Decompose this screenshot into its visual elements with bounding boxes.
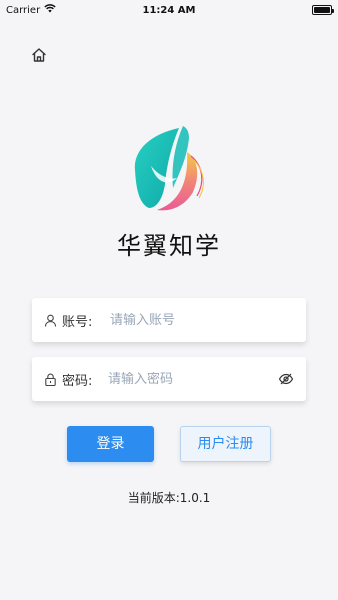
account-label: 账号: — [62, 314, 93, 330]
eye-off-icon[interactable] — [278, 371, 294, 387]
account-input[interactable] — [110, 312, 294, 328]
battery-icon — [312, 5, 334, 15]
home-icon[interactable] — [30, 46, 48, 64]
register-button[interactable]: 用户注册 — [180, 426, 271, 462]
password-field: 密码: — [32, 357, 306, 401]
account-field: 账号: — [32, 298, 306, 342]
user-icon — [44, 314, 57, 327]
password-input[interactable] — [108, 371, 278, 387]
wifi-icon — [44, 4, 56, 16]
login-button[interactable]: 登录 — [67, 426, 154, 462]
version-label: 当前版本:1.0.1 — [127, 491, 211, 505]
status-bar: Carrier 11:24 AM — [0, 0, 338, 20]
password-label: 密码: — [62, 373, 93, 389]
lock-icon — [44, 373, 57, 386]
app-logo — [127, 122, 215, 216]
app-title: 华翼知学 — [117, 232, 221, 260]
battery-fill — [314, 7, 330, 13]
status-left: Carrier — [6, 4, 56, 16]
carrier-label: Carrier — [6, 4, 41, 16]
